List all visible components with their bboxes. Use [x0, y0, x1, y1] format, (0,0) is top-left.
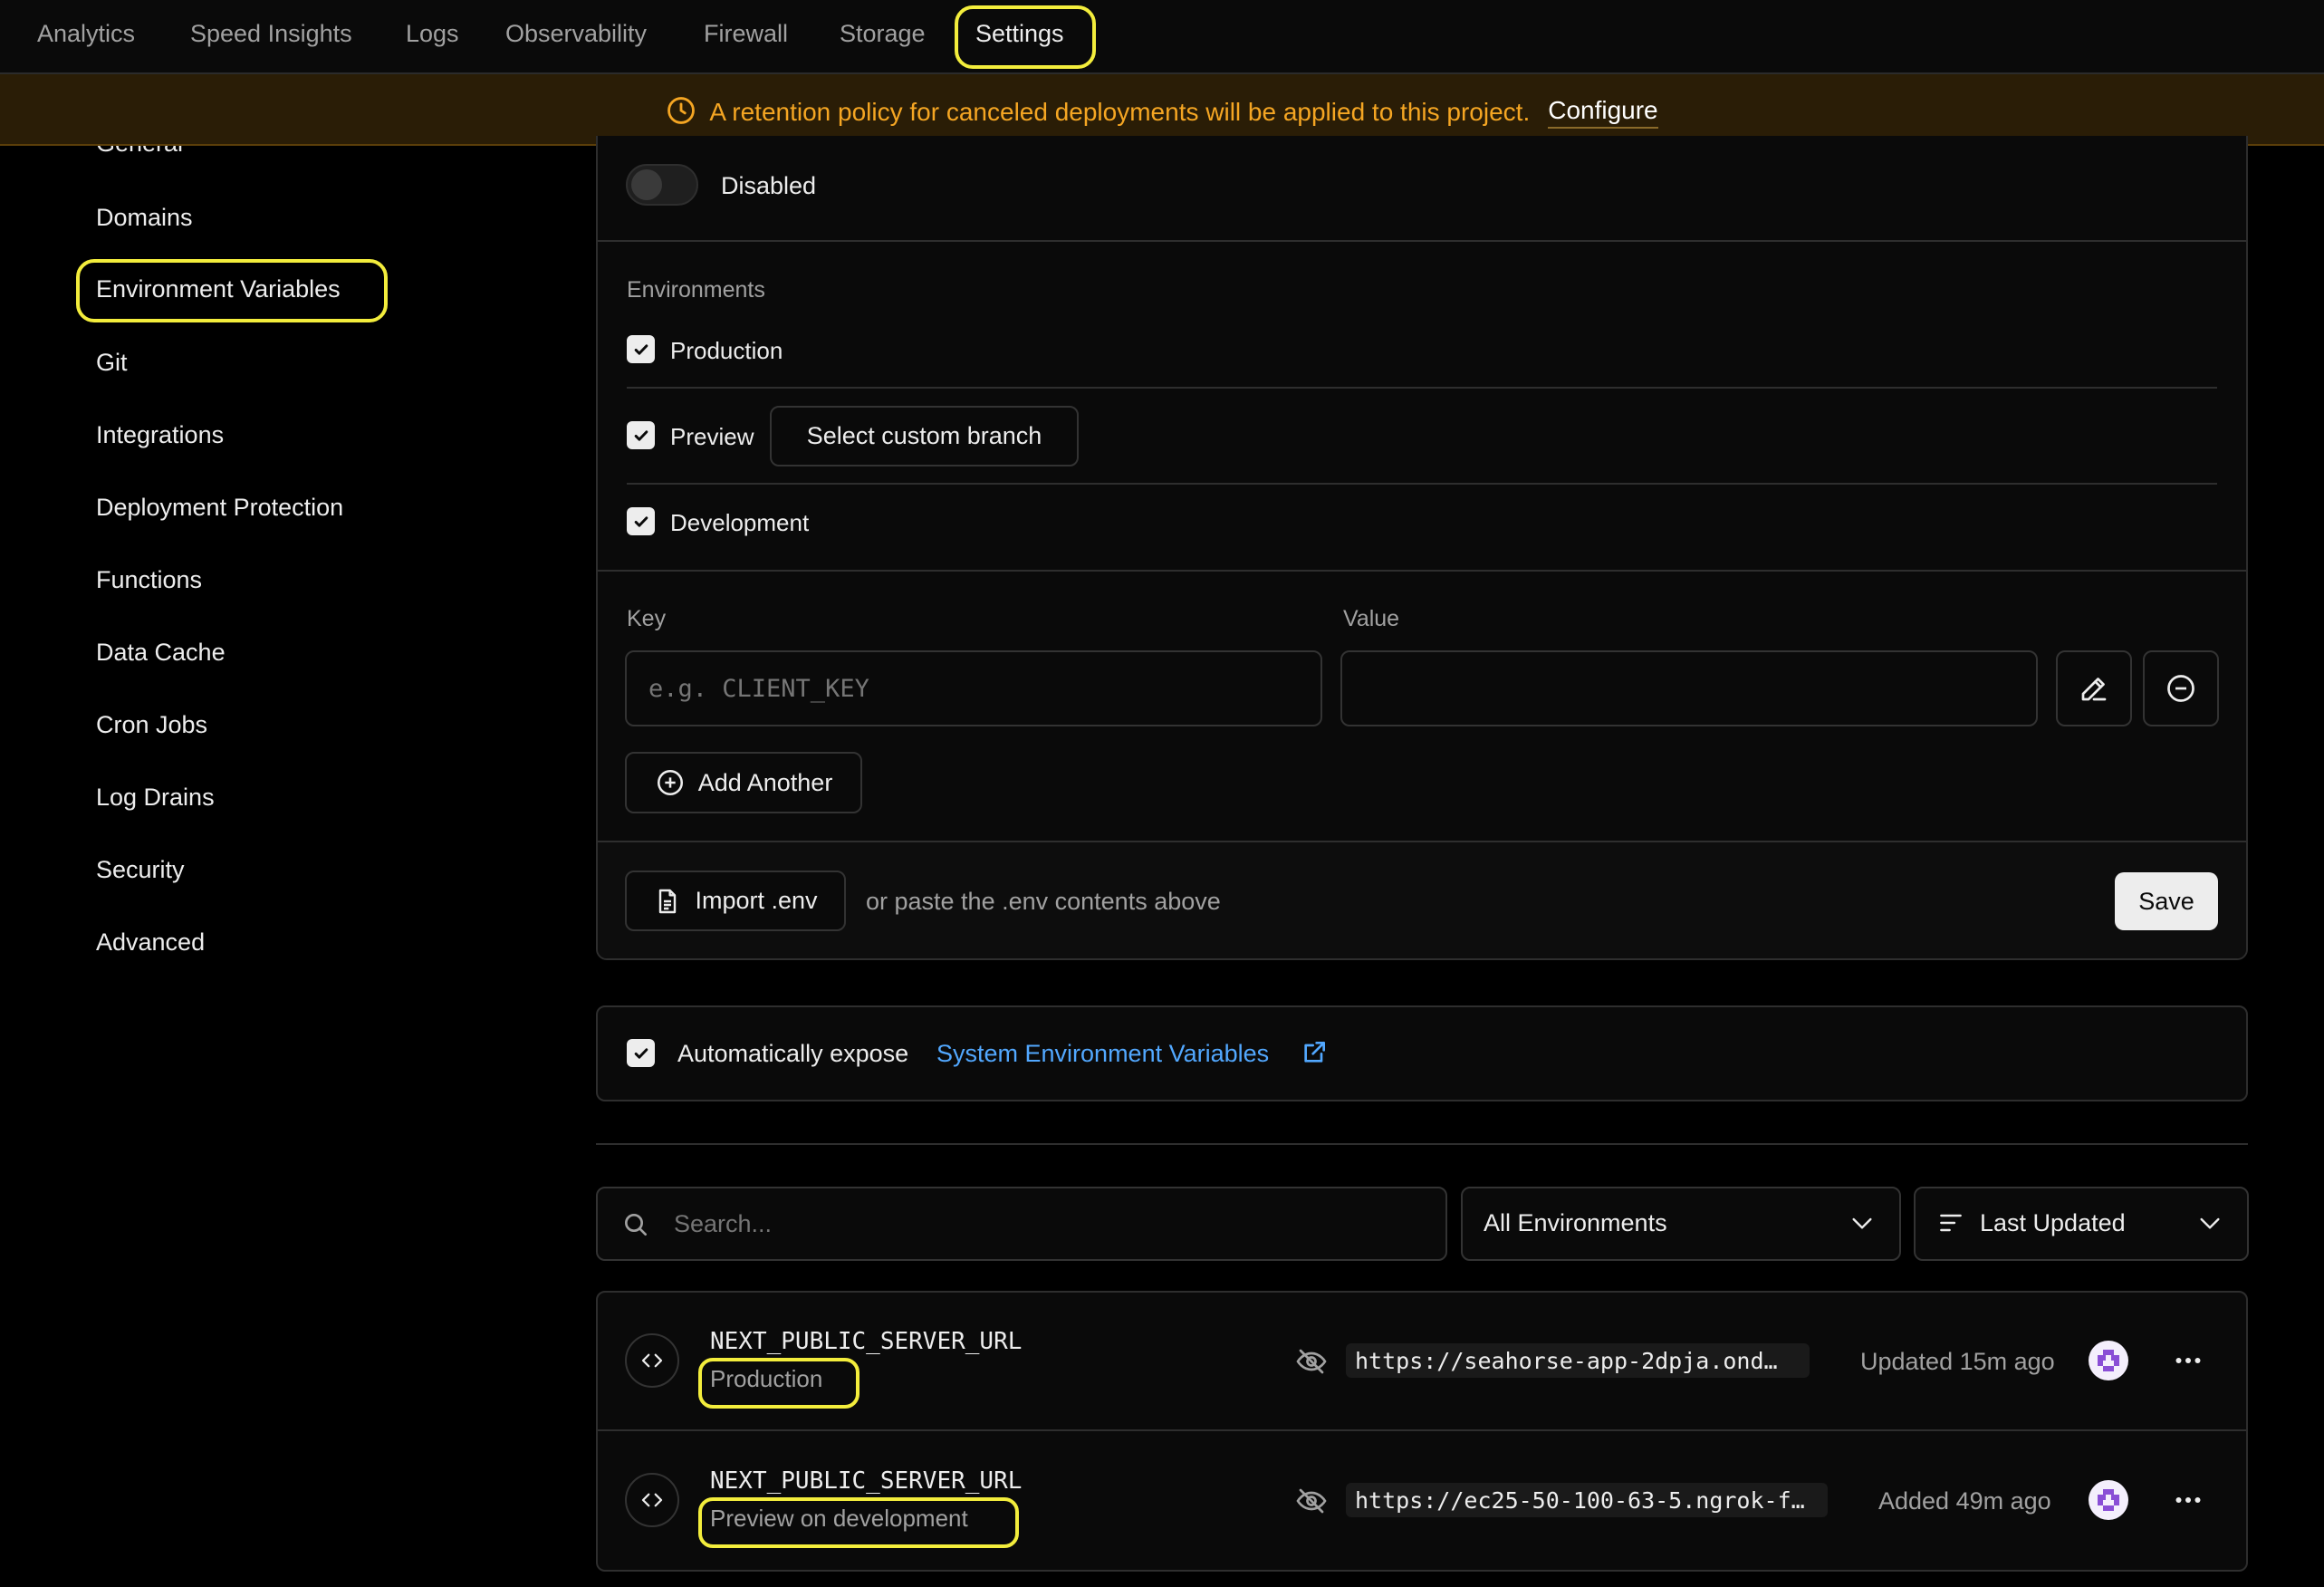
import-hint: or paste the .env contents above [866, 888, 1221, 915]
preview-label: Preview [670, 423, 754, 450]
sidebar-item-deployment-protection[interactable]: Deployment Protection [96, 494, 343, 522]
avatar[interactable] [2089, 1480, 2128, 1520]
production-checkbox[interactable] [627, 335, 655, 363]
env-var-value[interactable]: https://seahorse-app-2dpja.ond… [1346, 1343, 1810, 1378]
sidebar-item-advanced[interactable]: Advanced [96, 928, 205, 957]
sidebar-item-integrations[interactable]: Integrations [96, 421, 224, 449]
eye-off-icon[interactable] [1295, 1485, 1328, 1522]
env-var-status: Added 49m ago [1878, 1487, 2051, 1515]
search-input[interactable] [674, 1197, 1426, 1250]
sidebar-item-git[interactable]: Git [96, 349, 128, 377]
sidebar-item-environment-variables[interactable]: Environment Variables [96, 275, 341, 303]
sort-select-value: Last Updated [1980, 1209, 2126, 1236]
environments-heading: Environments [627, 277, 765, 303]
clock-icon [666, 95, 696, 130]
section-divider [596, 1143, 2248, 1145]
production-label: Production [670, 337, 783, 364]
system-vars-checkbox[interactable] [627, 1039, 655, 1067]
tab-logs[interactable]: Logs [406, 20, 459, 48]
more-options-icon[interactable] [2170, 1484, 2206, 1521]
value-label: Value [1343, 606, 1400, 631]
system-env-vars-link[interactable]: System Environment Variables [936, 1040, 1269, 1068]
toggle-knob [631, 169, 662, 200]
tab-analytics[interactable]: Analytics [37, 20, 135, 48]
avatar[interactable] [2089, 1341, 2128, 1380]
add-env-var-form [596, 136, 2248, 960]
pencil-icon [2081, 678, 2107, 701]
add-another-label: Add Another [697, 768, 833, 796]
sensitive-toggle-label: Disabled [721, 172, 817, 199]
check-icon [634, 515, 648, 527]
banner-message: A retention policy for canceled deployme… [709, 98, 1531, 126]
sort-lines-icon [1936, 1208, 1965, 1242]
key-input[interactable] [625, 650, 1322, 726]
tab-storage[interactable]: Storage [840, 20, 926, 48]
search-icon [621, 1210, 650, 1244]
env-var-status: Updated 15m ago [1860, 1348, 2055, 1375]
sidebar-item-cron-jobs[interactable]: Cron Jobs [96, 711, 207, 739]
code-brackets-icon [625, 1333, 679, 1388]
tab-speed-insights[interactable]: Speed Insights [190, 20, 352, 48]
env-var-name: NEXT_PUBLIC_SERVER_URL [710, 1467, 1023, 1495]
more-options-icon[interactable] [2170, 1344, 2206, 1381]
divider [598, 570, 2246, 572]
edit-value-button[interactable] [2056, 650, 2132, 726]
sidebar-item-functions[interactable]: Functions [96, 566, 202, 594]
divider [627, 483, 2217, 485]
env-var-scope: Production [710, 1365, 823, 1392]
sidebar-item-log-drains[interactable]: Log Drains [96, 784, 215, 812]
add-another-button[interactable]: Add Another [625, 752, 862, 813]
external-link-icon[interactable] [1300, 1038, 1329, 1072]
value-input[interactable] [1340, 650, 2038, 726]
key-label: Key [627, 606, 667, 631]
import-env-label: Import .env [695, 887, 818, 914]
divider [598, 240, 2246, 242]
sidebar-item-data-cache[interactable]: Data Cache [96, 639, 226, 667]
remove-row-button[interactable] [2143, 650, 2219, 726]
check-icon [634, 1047, 648, 1059]
tab-firewall[interactable]: Firewall [704, 20, 788, 48]
chevron-down-icon [1848, 1208, 1877, 1242]
development-checkbox[interactable] [627, 507, 655, 535]
env-var-name: NEXT_PUBLIC_SERVER_URL [710, 1328, 1023, 1355]
file-icon [659, 889, 677, 913]
select-custom-branch-button[interactable]: Select custom branch [770, 406, 1079, 466]
configure-link[interactable]: Configure [1548, 96, 1658, 129]
tab-observability[interactable]: Observability [505, 20, 647, 48]
tab-settings[interactable]: Settings [975, 20, 1064, 48]
chevron-down-icon [2195, 1208, 2224, 1242]
sidebar-item-security[interactable]: Security [96, 856, 185, 884]
env-var-value[interactable]: https://ec25-50-100-63-5.ngrok-f… [1346, 1483, 1828, 1517]
sensitive-toggle[interactable] [626, 164, 698, 206]
import-env-button[interactable]: Import .env [625, 870, 846, 931]
development-label: Development [670, 509, 810, 536]
save-button[interactable]: Save [2115, 872, 2218, 930]
environment-select-value: All Environments [1484, 1209, 1667, 1236]
preview-checkbox[interactable] [627, 421, 655, 449]
divider [627, 387, 2217, 389]
env-var-scope: Preview on development [710, 1505, 968, 1532]
minus-circle-icon [2167, 675, 2194, 702]
check-icon [634, 429, 648, 441]
check-icon [634, 343, 648, 355]
sidebar-item-domains[interactable]: Domains [96, 204, 193, 232]
sidebar-clip: General [0, 146, 580, 1587]
eye-off-icon[interactable] [1295, 1345, 1328, 1382]
sidebar-item-general[interactable]: General [96, 146, 183, 158]
project-tabs: Analytics Speed Insights Logs Observabil… [0, 0, 2324, 74]
plus-circle-icon [657, 769, 683, 796]
system-vars-prefix: Automatically expose [677, 1040, 909, 1067]
code-brackets-icon [625, 1473, 679, 1527]
